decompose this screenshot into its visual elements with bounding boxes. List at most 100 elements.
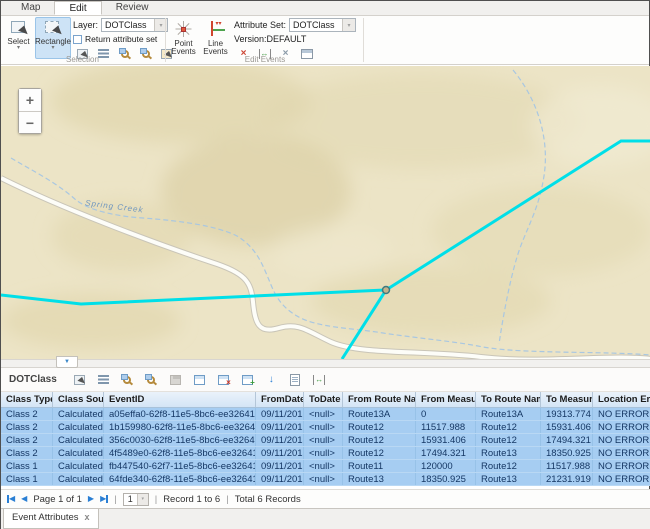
table-cell: 11517.988 [541,460,593,472]
column-header-class-type[interactable]: Class Type [1,392,53,407]
table-cell: 09/11/2015 [256,421,304,433]
column-header-location-error[interactable]: Location Error [593,392,650,407]
close-icon[interactable]: x [85,512,90,528]
zoom-to-record-icon[interactable] [119,372,136,388]
event-attributes-tab-label: Event Attributes [12,512,79,528]
route-junction-point[interactable] [383,287,390,294]
table-cell: 17494.321 [416,447,476,459]
tab-map[interactable]: Map [7,1,54,15]
column-header-from-route-name[interactable]: From Route Name [343,392,416,407]
last-page-button[interactable]: ▶ [100,494,108,504]
edit-events-group: Point Events ▾▾ Line Events Attribute Se… [167,16,363,64]
sort-records-icon[interactable]: ↓ [263,372,280,388]
column-header-to-route-name[interactable]: To Route Name [476,392,541,407]
rectangle-tool-button[interactable]: Rectangle ▾ [35,17,71,59]
table-cell: NO ERROR [593,447,650,459]
switch-selection-icon[interactable] [191,372,208,388]
total-records-text: Total 6 Records [235,494,301,505]
table-cell: Route12 [476,460,541,472]
column-header-to-measure[interactable]: To Measure [541,392,593,407]
table-cell: fb447540-62f7-11e5-8bc6-ee32641d5ec9 [104,460,256,472]
table-cell: Route13 [343,473,416,485]
chevron-down-icon[interactable]: ▾ [17,46,20,51]
tab-event-attributes[interactable]: Event Attributes x [3,509,99,529]
attribute-grid-toolbar: DOTClass × + ↓ ↔ [1,368,650,392]
table-cell: <null> [304,473,343,485]
table-row[interactable]: Class 2Calculated356c0030-62f8-11e5-8bc6… [1,434,650,447]
table-cell: Route12 [343,434,416,446]
table-cell: Calculated [53,408,104,420]
table-cell: 4f5489e0-62f8-11e5-8bc6-ee32641d5ec9 [104,447,256,459]
previous-page-button[interactable]: ◀ [21,494,27,504]
table-cell: Class 2 [1,408,53,420]
column-header-eventid[interactable]: EventID [104,392,256,407]
table-cell: Class 2 [1,421,53,433]
attribute-set-dropdown[interactable]: DOTClass ▾ [289,18,356,32]
table-cell: Route13A [476,408,541,420]
table-cell: 356c0030-62f8-11e5-8bc6-ee32641d5ec9 [104,434,256,446]
column-header-class-source[interactable]: Class Source [53,392,104,407]
table-cell: 17494.321 [541,434,593,446]
table-cell: 120000 [416,460,476,472]
first-page-button[interactable]: ◀ [7,494,15,504]
table-cell: NO ERROR [593,473,650,485]
chevron-down-icon[interactable]: ▾ [51,46,54,51]
edit-events-group-label: Edit Events [167,55,363,64]
table-row[interactable]: Class 2Calculated4f5489e0-62f8-11e5-8bc6… [1,447,650,460]
table-cell: Calculated [53,447,104,459]
table-cell: Calculated [53,473,104,485]
table-cell: <null> [304,460,343,472]
map-zoom-control: + − [18,88,42,134]
edit-ribbon: Select ▾ Rectangle ▾ Layer: DOTClass ▾ R… [1,16,649,65]
page-number-value: 1 [124,494,137,504]
table-cell: <null> [304,447,343,459]
selection-group-label: Selection [1,55,164,64]
open-form-icon[interactable] [287,372,304,388]
table-row[interactable]: Class 1Calculated64fde340-62f8-11e5-8bc6… [1,473,650,486]
measure-record-icon[interactable]: ↔ [311,372,328,388]
table-cell: 0 [416,408,476,420]
zoom-in-button[interactable]: + [19,89,41,111]
select-tool-button[interactable]: Select ▾ [3,17,34,59]
next-page-button[interactable]: ▶ [88,494,94,504]
table-row[interactable]: Class 2Calculated1b159980-62f8-11e5-8bc6… [1,421,650,434]
table-row[interactable]: Class 2Calculateda05effa0-62f8-11e5-8bc6… [1,408,650,421]
tab-edit[interactable]: Edit [54,1,101,15]
column-header-todate[interactable]: ToDate [304,392,343,407]
table-cell: Route11 [343,460,416,472]
version-text: Version:DEFAULT [234,34,306,44]
panel-splitter[interactable]: ▼ [1,359,650,368]
zoom-out-button[interactable]: − [19,111,41,133]
ribbon-tab-bar: Map Edit Review [1,1,649,16]
map-viewport[interactable]: Spring Creek + − [1,66,650,359]
tab-review[interactable]: Review [102,1,163,15]
layer-dropdown[interactable]: DOTClass ▾ [101,18,168,32]
collapse-panel-button[interactable]: ▼ [56,356,78,368]
table-cell: 18350.925 [541,447,593,459]
chevron-down-icon: ▾ [137,494,148,505]
column-header-fromdate[interactable]: FromDate [256,392,304,407]
table-row[interactable]: Class 1Calculatedfb447540-62f7-11e5-8bc6… [1,460,650,473]
layer-value: DOTClass [102,20,154,30]
table-cell: 21231.919 [541,473,593,485]
table-cell: 09/11/2015 [256,434,304,446]
point-events-label: Point Events [169,40,198,56]
add-record-icon[interactable]: + [239,372,256,388]
line-events-button[interactable]: ▾▾ Line Events [200,17,231,59]
chevron-down-icon[interactable]: ▾ [342,19,355,31]
table-header-row: Class TypeClass SourceEventIDFromDateToD… [1,392,650,408]
pan-to-record-icon[interactable] [143,372,160,388]
page-number-dropdown[interactable]: 1 ▾ [123,493,149,506]
column-header-from-measure[interactable]: From Measure [416,392,476,407]
save-edits-icon[interactable] [167,372,184,388]
return-attribute-set-checkbox[interactable] [73,35,82,44]
table-cell: Route13 [476,473,541,485]
select-records-icon[interactable] [71,372,88,388]
point-events-button[interactable]: Point Events [168,17,199,59]
show-all-records-icon[interactable] [95,372,112,388]
grid-layer-title: DOTClass [9,374,57,385]
table-cell: Route12 [476,434,541,446]
table-cell: 09/11/2015 [256,447,304,459]
attribute-set-value: DOTClass [290,20,342,30]
delete-record-icon[interactable]: × [215,372,232,388]
